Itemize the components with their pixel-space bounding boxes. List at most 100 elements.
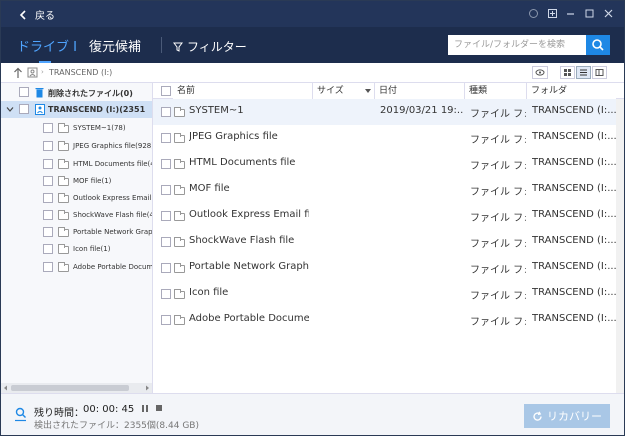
vertical-scrollbar[interactable] [616, 99, 624, 393]
column-label: サイズ [317, 86, 344, 96]
checkbox[interactable] [161, 237, 171, 247]
checkbox[interactable] [161, 211, 171, 221]
cell-folder: TRANSCEND (I:... [532, 313, 616, 324]
table-row[interactable]: Adobe Portable Document ファイル フォ... TRANS… [153, 307, 624, 333]
column-header-name[interactable]: 名前 [173, 83, 313, 99]
checkbox[interactable] [43, 159, 53, 169]
trash-icon [35, 88, 44, 98]
column-header-type[interactable]: 種類 [465, 83, 527, 99]
cell-type: ファイル フォ... [470, 213, 526, 224]
checkbox[interactable] [19, 87, 29, 97]
checkbox[interactable] [43, 193, 53, 203]
table-row[interactable]: HTML Documents file ファイル フォ... TRANSCEND… [153, 151, 624, 177]
cell-name: MOF file [189, 183, 230, 194]
checkbox[interactable] [43, 262, 53, 272]
column-header-size[interactable]: サイズ [313, 83, 375, 99]
checkbox[interactable] [43, 141, 53, 151]
tree-item[interactable]: JPEG Graphics file(928) [1, 137, 152, 154]
table-row[interactable]: JPEG Graphics file ファイル フォ... TRANSCEND … [153, 125, 624, 151]
found-files-count: 検出されたファイル：2355個(8.44 GB) [34, 421, 199, 431]
tree-item[interactable]: ShockWave Flash file(4) [1, 206, 152, 223]
filter-button[interactable]: フィルター [173, 38, 247, 55]
minimize-icon[interactable] [564, 8, 576, 20]
tree-horizontal-scrollbar[interactable] [1, 383, 152, 393]
checkbox[interactable] [43, 210, 53, 220]
folder-icon [174, 185, 185, 195]
folder-icon [58, 262, 69, 272]
tab-recovery-candidates[interactable]: 復元候補 [89, 36, 141, 55]
cell-name: Adobe Portable Document [189, 313, 309, 324]
path-separator: › [41, 68, 44, 76]
recover-button[interactable]: リカバリー [524, 404, 610, 428]
checkbox[interactable] [161, 263, 171, 273]
folder-icon [58, 244, 69, 254]
stop-icon[interactable] [155, 404, 163, 413]
tree-item[interactable]: Adobe Portable Docume [1, 258, 153, 275]
tree-item[interactable]: SYSTEM~1(78) [1, 119, 152, 136]
view-list-button[interactable] [576, 66, 591, 79]
checkbox[interactable] [161, 185, 171, 195]
table-row[interactable]: ShockWave Flash file ファイル フォ... TRANSCEN… [153, 229, 624, 255]
folder-icon [174, 133, 185, 143]
pause-icon[interactable] [141, 404, 149, 413]
sort-down-icon [365, 89, 371, 93]
drive-icon [27, 67, 38, 78]
chevron-down-icon[interactable] [6, 106, 14, 113]
cell-folder: TRANSCEND (I:... [532, 105, 616, 116]
tree-item-label: Icon file(1) [73, 245, 111, 253]
scrollbar-thumb[interactable] [11, 385, 129, 391]
search-input[interactable] [448, 35, 586, 55]
tree-item[interactable]: MOF file(1) [1, 172, 152, 189]
folder-icon [58, 193, 69, 203]
table-row[interactable]: Icon file ファイル フォ... TRANSCEND (I:... [153, 281, 624, 307]
tree-item-drive[interactable]: TRANSCEND (I:)(2351 [1, 101, 152, 118]
window-max-icon[interactable] [583, 8, 595, 20]
column-header-date[interactable]: 日付 [375, 83, 465, 99]
column-header-folder[interactable]: フォルダ [527, 83, 616, 99]
cell-type: ファイル フォ... [470, 161, 526, 172]
preview-toggle[interactable] [532, 66, 548, 79]
recover-label: リカバリー [547, 410, 602, 423]
close-icon[interactable] [602, 8, 614, 20]
table-row[interactable]: MOF file ファイル フォ... TRANSCEND (I:... [153, 177, 624, 203]
select-all-checkbox[interactable] [161, 86, 171, 96]
checkbox[interactable] [161, 107, 171, 117]
checkbox[interactable] [19, 104, 29, 114]
eye-icon [535, 69, 545, 76]
tab-drive[interactable]: ドライブ I [17, 36, 77, 55]
cell-type: ファイル フォ... [470, 135, 526, 146]
tree-item-label: SYSTEM~1(78) [73, 124, 126, 132]
table-row[interactable]: SYSTEM~1 2019/03/21 19:... ファイル フォ... TR… [153, 99, 624, 125]
tree-item-label: Adobe Portable Docume [73, 263, 153, 271]
table-row[interactable]: Portable Network Graphi... ファイル フォ... TR… [153, 255, 624, 281]
checkbox[interactable] [161, 159, 171, 169]
cell-name: HTML Documents file [189, 157, 296, 168]
restore-icon[interactable] [527, 8, 539, 20]
checkbox[interactable] [43, 244, 53, 254]
arrow-up-icon[interactable] [13, 67, 23, 79]
checkbox[interactable] [161, 289, 171, 299]
back-button[interactable]: 戻る [19, 7, 55, 22]
maximize-icon[interactable] [546, 8, 558, 20]
tree-item[interactable]: Icon file(1) [1, 240, 152, 257]
view-detail-button[interactable] [592, 66, 607, 79]
tree-item-deleted[interactable]: 削除されたファイル(0) [1, 84, 152, 101]
table-row[interactable]: Outlook Express Email file ファイル フォ... TR… [153, 203, 624, 229]
checkbox[interactable] [161, 315, 171, 325]
checkbox[interactable] [43, 176, 53, 186]
checkbox[interactable] [161, 133, 171, 143]
tree-item[interactable]: Portable Network Graphi [1, 223, 152, 240]
view-grid-button[interactable] [560, 66, 575, 79]
checkbox[interactable] [43, 227, 53, 237]
path-bar: › TRANSCEND (I:) [1, 63, 624, 83]
scroll-right-icon[interactable] [144, 385, 150, 391]
checkbox[interactable] [43, 123, 53, 133]
tree-item[interactable]: Outlook Express Email fi [1, 189, 152, 206]
folder-icon [174, 315, 185, 325]
scroll-left-icon[interactable] [3, 385, 9, 391]
folder-icon [174, 289, 185, 299]
folder-icon [58, 176, 69, 186]
tree-item-label: HTML Documents file(4) [73, 160, 153, 168]
tree-item[interactable]: HTML Documents file(4) [1, 155, 153, 172]
search-button[interactable] [586, 35, 610, 55]
